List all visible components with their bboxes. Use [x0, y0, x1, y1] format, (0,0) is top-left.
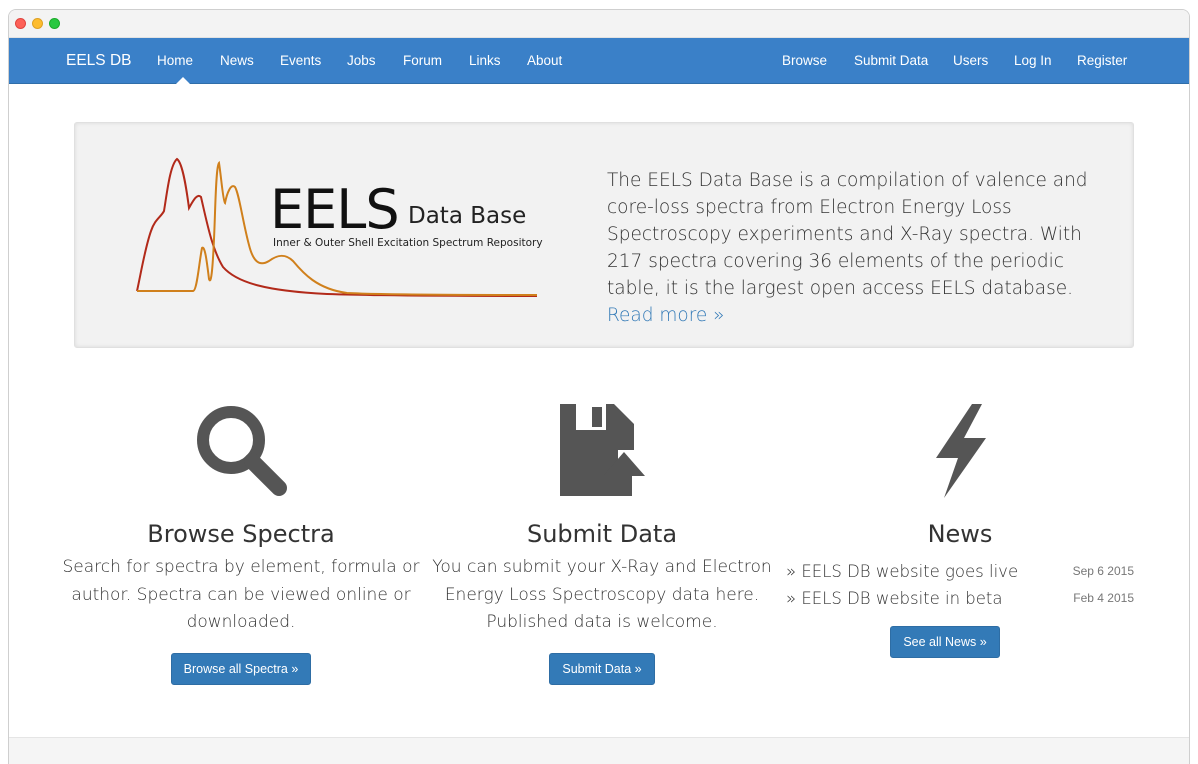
nav-register[interactable]: Register — [1077, 53, 1127, 68]
search-icon — [197, 406, 287, 496]
news-item-date: Feb 4 2015 — [1073, 591, 1134, 605]
browser-window: EELS DB Home News Events Jobs Forum Link… — [8, 9, 1190, 764]
news-section: News » EELS DB website goes live Sep 6 2… — [786, 400, 1134, 658]
submit-description: You can submit your X-Ray and Electron E… — [432, 557, 772, 632]
nav-news[interactable]: News — [220, 53, 254, 68]
navbar: EELS DB Home News Events Jobs Forum Link… — [9, 38, 1189, 84]
nav-brand[interactable]: EELS DB — [66, 52, 131, 70]
footer — [9, 737, 1189, 764]
nav-users[interactable]: Users — [953, 53, 988, 68]
active-nav-indicator — [176, 77, 190, 84]
logo-title: EELS — [270, 178, 400, 241]
nav-login[interactable]: Log In — [1014, 53, 1052, 68]
news-list: » EELS DB website goes live Sep 6 2015 »… — [786, 558, 1134, 612]
nav-jobs[interactable]: Jobs — [347, 53, 376, 68]
read-more-link[interactable]: Read more » — [607, 305, 725, 326]
minimize-window-button[interactable] — [32, 18, 43, 29]
news-title: News — [927, 520, 993, 548]
news-item-text[interactable]: » EELS DB website in beta — [786, 589, 1003, 608]
news-item-date: Sep 6 2015 — [1072, 564, 1134, 578]
submit-section: Submit Data You can submit your X-Ray an… — [422, 400, 782, 685]
browse-description: Search for spectra by element, formula o… — [62, 557, 420, 632]
nav-links[interactable]: Links — [469, 53, 501, 68]
news-item[interactable]: » EELS DB website goes live Sep 6 2015 — [786, 558, 1134, 585]
nav-submit-data[interactable]: Submit Data — [854, 53, 928, 68]
see-all-news-button[interactable]: See all News » — [890, 626, 1000, 658]
close-window-button[interactable] — [15, 18, 26, 29]
intro-text: The EELS Data Base is a compilation of v… — [607, 167, 1097, 329]
nav-about[interactable]: About — [527, 53, 562, 68]
news-item[interactable]: » EELS DB website in beta Feb 4 2015 — [786, 585, 1134, 612]
nav-browse[interactable]: Browse — [782, 53, 827, 68]
nav-forum[interactable]: Forum — [403, 53, 442, 68]
submit-title: Submit Data — [526, 520, 678, 548]
news-item-text[interactable]: » EELS DB website goes live — [786, 562, 1018, 581]
nav-home[interactable]: Home — [157, 53, 193, 68]
intro-body: The EELS Data Base is a compilation of v… — [607, 170, 1088, 299]
logo-tagline: Inner & Outer Shell Excitation Spectrum … — [273, 237, 543, 249]
lightning-icon — [936, 404, 986, 498]
save-upload-icon — [560, 404, 645, 496]
nav-events[interactable]: Events — [280, 53, 321, 68]
submit-data-button[interactable]: Submit Data » — [549, 652, 655, 685]
jumbotron: EELS Data Base Inner & Outer Shell Excit… — [74, 122, 1134, 348]
browse-all-spectra-button[interactable]: Browse all Spectra » — [170, 652, 312, 685]
browse-section: Browse Spectra Search for spectra by ele… — [61, 400, 421, 685]
title-bar — [9, 10, 1189, 38]
maximize-window-button[interactable] — [49, 18, 60, 29]
logo-subtitle: Data Base — [408, 203, 527, 229]
browse-title: Browse Spectra — [147, 520, 335, 548]
